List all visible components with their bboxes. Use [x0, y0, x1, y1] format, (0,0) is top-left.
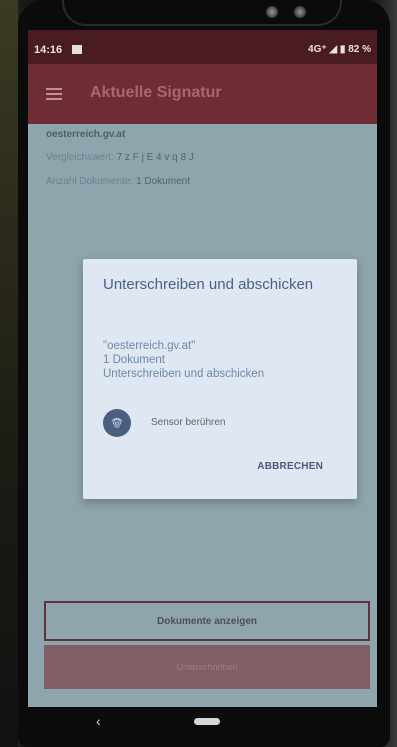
home-pill-icon[interactable] [194, 718, 220, 725]
back-icon[interactable]: ‹ [96, 713, 101, 729]
compare-label: Vergleichswert: [46, 152, 114, 163]
dialog-body-action: Unterschreiben und abschicken [103, 368, 265, 380]
status-time: 14:16 [34, 44, 63, 56]
show-documents-button[interactable]: Dokumente anzeigen [44, 601, 370, 641]
document-count-label: Anzahl Dokumente: [46, 176, 134, 187]
sign-button[interactable]: Unterschreiben [44, 645, 370, 689]
network-label: 4G⁺ [308, 44, 327, 55]
document-count-row: Anzahl Dokumente: 1 Dokument [46, 176, 190, 187]
dialog-title: Unterschreiben und abschicken [103, 276, 314, 293]
dialog-body-domain: "oesterreich.gv.at" [103, 340, 196, 352]
app-bar: Aktuelle Signatur [28, 64, 377, 124]
dialog-body: "oesterreich.gv.at" 1 Dokument Unterschr… [103, 339, 343, 381]
battery-level: 82 % [348, 44, 371, 55]
hamburger-icon[interactable] [46, 88, 62, 100]
cancel-button[interactable]: ABBRECHEN [257, 461, 323, 472]
status-indicators: 4G⁺ ◢ ▮ 82 % [308, 44, 371, 55]
signature-domain: oesterreich.gv.at [46, 129, 126, 140]
notification-icon [72, 45, 82, 54]
document-count-value: 1 Dokument [136, 176, 190, 187]
page-title: Aktuelle Signatur [90, 84, 222, 101]
dialog-body-count: 1 Dokument [103, 354, 166, 366]
signal-icon: ◢ [329, 44, 338, 55]
desk-surface [0, 0, 18, 747]
front-sensor-icon [294, 6, 306, 18]
fingerprint-dialog: Unterschreiben und abschicken "oesterrei… [83, 259, 357, 499]
compare-value-row: Vergleichswert: 7 z F j E 4 v q 8 J [46, 152, 194, 163]
status-bar: 14:16 4G⁺ ◢ ▮ 82 % [28, 30, 377, 64]
sensor-instruction: Sensor berühren [151, 417, 226, 428]
fingerprint-icon [103, 409, 131, 437]
phone-screen: 14:16 4G⁺ ◢ ▮ 82 % Aktuelle Signatur oes… [28, 30, 377, 707]
system-nav-bar: ‹ [28, 707, 377, 747]
battery-icon: ▮ [339, 44, 346, 55]
compare-value: 7 z F j E 4 v q 8 J [116, 152, 194, 163]
front-camera-icon [266, 6, 278, 18]
